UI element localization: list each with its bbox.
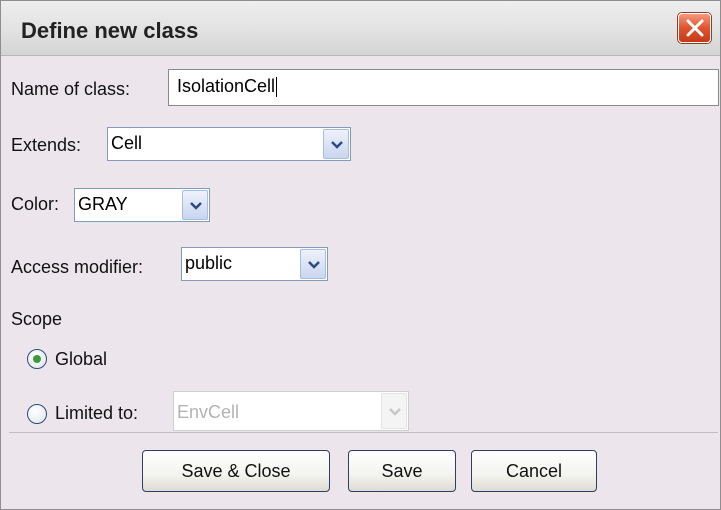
text-caret [276, 77, 278, 98]
save-and-close-button[interactable]: Save & Close [142, 450, 330, 492]
limited-to-dropdown-button [381, 393, 407, 429]
extends-select[interactable]: Cell [107, 127, 351, 161]
chevron-down-icon [190, 202, 202, 210]
extends-value: Cell [111, 133, 143, 153]
access-modifier-select[interactable]: public [181, 247, 328, 281]
close-x-icon [686, 19, 704, 37]
form-area: Name of class: IsolationCell Extends: Ce… [9, 57, 719, 431]
scope-limited-radio[interactable] [27, 404, 47, 424]
color-label: Color: [11, 194, 60, 214]
name-of-class-label: Name of class: [11, 79, 131, 99]
color-dropdown-button[interactable] [182, 190, 208, 220]
class-name-value: IsolationCell [177, 76, 276, 96]
scope-global-label: Global [55, 349, 108, 369]
chevron-down-icon [308, 261, 320, 269]
limited-to-select: EnvCell [173, 391, 409, 431]
save-button[interactable]: Save [348, 450, 456, 492]
title-bar: Define new class [1, 1, 720, 56]
limited-to-value: EnvCell [177, 402, 240, 422]
button-bar: Save & Close Save Cancel [9, 432, 718, 507]
scope-limited-label: Limited to: [55, 403, 139, 423]
color-select[interactable]: GRAY [74, 188, 210, 222]
class-name-input[interactable]: IsolationCell [168, 69, 719, 106]
close-button[interactable] [678, 13, 711, 43]
color-value: GRAY [78, 194, 128, 214]
access-modifier-label: Access modifier: [11, 257, 144, 277]
extends-label: Extends: [11, 135, 82, 155]
dialog-title: Define new class [21, 18, 199, 43]
chevron-down-icon [389, 408, 401, 416]
define-class-dialog: Define new class Name of class: Isolatio… [0, 0, 721, 510]
chevron-down-icon [331, 141, 343, 149]
scope-label: Scope [11, 309, 63, 329]
radio-selected-dot [33, 355, 41, 363]
extends-dropdown-button[interactable] [323, 129, 349, 159]
scope-global-radio[interactable] [27, 349, 47, 369]
cancel-button[interactable]: Cancel [471, 450, 597, 492]
access-modifier-dropdown-button[interactable] [300, 249, 326, 279]
access-modifier-value: public [185, 253, 233, 273]
